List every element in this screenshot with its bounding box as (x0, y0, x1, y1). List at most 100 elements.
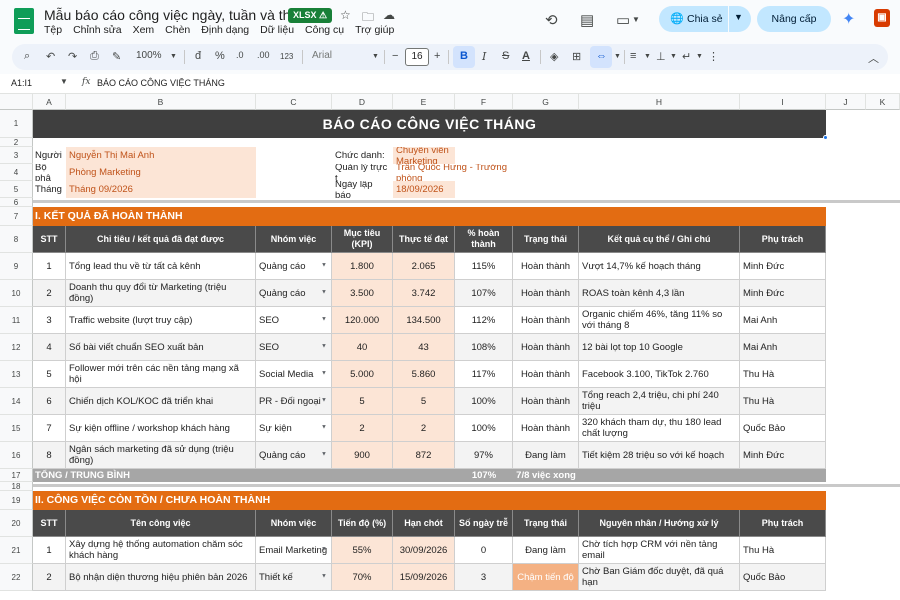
task-cell[interactable]: Ngân sách marketing đã sử dụng (triệu đồ… (66, 442, 256, 469)
stt-cell[interactable]: 6 (33, 388, 66, 415)
selection-handle[interactable] (823, 135, 828, 140)
comments-icon[interactable]: ▤ (580, 11, 594, 29)
row-header-8[interactable]: 8 (0, 226, 33, 253)
collapse-toolbar-icon[interactable]: ︿ (868, 50, 879, 66)
borders-icon[interactable]: ⊞ (572, 50, 581, 63)
percent-cell[interactable]: 97% (455, 442, 513, 469)
paint-format-icon[interactable]: ✎ (112, 50, 121, 63)
task-cell[interactable]: Doanh thu quy đổi từ Marketing (triệu đồ… (66, 280, 256, 307)
stt-cell[interactable]: 4 (33, 334, 66, 361)
row-header-12[interactable]: 12 (0, 334, 33, 361)
row-header-1[interactable]: 1 (0, 110, 33, 138)
font-size-minus-button[interactable]: − (392, 50, 398, 62)
status-cell[interactable]: Đang làm (513, 442, 579, 469)
row-header-4[interactable]: 4 (0, 164, 33, 181)
row-header-10[interactable]: 10 (0, 280, 33, 307)
target-cell[interactable]: 5.000 (332, 361, 393, 388)
column-title[interactable]: Trạng thái (513, 226, 579, 253)
stt-cell[interactable]: 1 (33, 537, 66, 564)
dropdown-chevron-icon[interactable]: ▼ (321, 572, 327, 583)
dropdown-chevron-icon[interactable]: ▼ (321, 396, 327, 407)
font-family-select[interactable]: Arial (312, 50, 332, 61)
row-header-22[interactable]: 22 (0, 564, 33, 591)
task-cell[interactable]: Số bài viết chuẩn SEO xuất bản (66, 334, 256, 361)
name-box[interactable]: A1:I1 (11, 78, 32, 88)
info-value[interactable]: Chuyên viên Marketing (393, 147, 455, 164)
halign-caret-icon[interactable]: ▼ (644, 53, 651, 60)
target-cell[interactable]: 120.000 (332, 307, 393, 334)
group-cell[interactable]: Quảng cáo ▼ (256, 442, 332, 469)
row-header-2[interactable]: 2 (0, 138, 33, 147)
dropdown-chevron-icon[interactable]: ▼ (321, 342, 327, 353)
menu-insert[interactable]: Chèn (165, 24, 190, 36)
decrease-decimal-button[interactable]: .0 (236, 50, 244, 60)
note-cell[interactable]: Tổng reach 2,4 triệu, chi phí 240 triệu (579, 388, 740, 415)
row-header-18[interactable]: 18 (0, 482, 33, 491)
group-cell[interactable]: SEO ▼ (256, 307, 332, 334)
status-cell[interactable]: Đang làm (513, 537, 579, 564)
target-cell[interactable]: 900 (332, 442, 393, 469)
share-button[interactable]: 🌐 Chia sẻ ▼ (659, 6, 751, 32)
column-title[interactable]: Thực tế đạt (393, 226, 455, 253)
menu-format[interactable]: Định dạng (201, 24, 249, 36)
owner-cell[interactable]: Minh Đức (740, 280, 826, 307)
column-header-j[interactable]: J (826, 94, 866, 110)
column-title[interactable]: Kết quả cụ thể / Ghi chú (579, 226, 740, 253)
target-cell[interactable]: 70% (332, 564, 393, 591)
dropdown-chevron-icon[interactable]: ▼ (321, 288, 327, 299)
column-title[interactable]: Nhóm việc (256, 226, 332, 253)
stt-cell[interactable]: 5 (33, 361, 66, 388)
column-title[interactable]: Trạng thái (513, 510, 579, 537)
actual-cell[interactable]: 15/09/2026 (393, 564, 455, 591)
target-cell[interactable]: 55% (332, 537, 393, 564)
column-header-k[interactable]: K (866, 94, 900, 110)
target-cell[interactable]: 3.500 (332, 280, 393, 307)
info-value[interactable]: 18/09/2026 (393, 181, 455, 198)
gemini-icon[interactable]: ✦ (842, 9, 855, 29)
actual-cell[interactable]: 5 (393, 388, 455, 415)
stt-cell[interactable]: 7 (33, 415, 66, 442)
meet-video-icon[interactable]: ▭ (616, 11, 630, 29)
document-title[interactable]: Mẫu báo cáo công việc ngày, tuần và thán… (44, 7, 314, 23)
owner-cell[interactable]: Mai Anh (740, 334, 826, 361)
valign-caret-icon[interactable]: ▼ (670, 53, 677, 60)
zoom-select[interactable]: 100% (136, 50, 162, 61)
task-cell[interactable]: Tổng lead thu về từ tất cả kênh (66, 253, 256, 280)
percent-cell[interactable]: 115% (455, 253, 513, 280)
column-title[interactable]: STT (33, 226, 66, 253)
target-cell[interactable]: 40 (332, 334, 393, 361)
stt-cell[interactable]: 2 (33, 280, 66, 307)
row-header-14[interactable]: 14 (0, 388, 33, 415)
undo-icon[interactable]: ↶ (46, 50, 55, 63)
target-cell[interactable]: 2 (332, 415, 393, 442)
note-cell[interactable]: 12 bài lọt top 10 Google (579, 334, 740, 361)
owner-cell[interactable]: Thu Hà (740, 361, 826, 388)
menu-data[interactable]: Dữ liệu (260, 24, 294, 36)
percent-format-button[interactable]: % (215, 50, 225, 62)
menu-help[interactable]: Trợ giúp (355, 24, 394, 36)
info-label[interactable]: Người (33, 147, 66, 164)
column-title[interactable]: Nhóm việc (256, 510, 332, 537)
search-menus-icon[interactable]: ⌕ (24, 50, 30, 63)
dropdown-chevron-icon[interactable]: ▼ (321, 261, 327, 272)
row-header-17[interactable]: 17 (0, 469, 33, 482)
note-cell[interactable]: Organic chiếm 46%, tăng 11% so với tháng… (579, 307, 740, 334)
cloud-status-icon[interactable]: ☁ (383, 8, 395, 22)
target-cell[interactable]: 5 (332, 388, 393, 415)
owner-cell[interactable]: Thu Hà (740, 388, 826, 415)
fill-color-icon[interactable]: ◈ (550, 50, 558, 63)
total-filler[interactable] (579, 469, 826, 482)
actual-cell[interactable]: 134.500 (393, 307, 455, 334)
info-value[interactable]: Trần Quốc Hưng - Trưởng phòng (393, 164, 513, 181)
dropdown-chevron-icon[interactable]: ▼ (321, 450, 327, 461)
share-caret-icon[interactable]: ▼ (734, 12, 743, 22)
row-header-9[interactable]: 9 (0, 253, 33, 280)
column-header-c[interactable]: C (256, 94, 332, 110)
group-cell[interactable]: SEO ▼ (256, 334, 332, 361)
report-title[interactable]: BÁO CÁO CÔNG VIỆC THÁNG (33, 110, 826, 138)
info-value[interactable]: Tháng 09/2026 (66, 181, 256, 198)
wrap-caret-icon[interactable]: ▼ (696, 53, 703, 60)
percent-cell[interactable]: 107% (455, 280, 513, 307)
row-header-5[interactable]: 5 (0, 181, 33, 198)
actual-cell[interactable]: 2 (393, 415, 455, 442)
